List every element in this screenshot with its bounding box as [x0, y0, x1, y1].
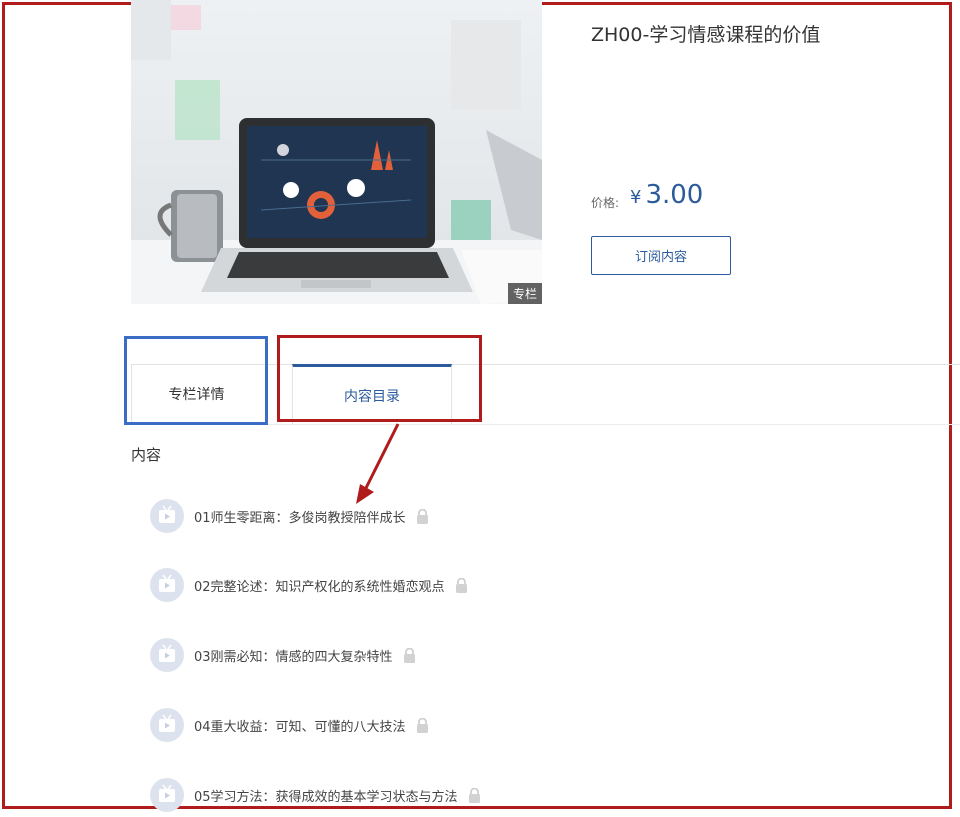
price-label: 价格:: [591, 196, 620, 210]
tab-column-details[interactable]: 专栏详情: [131, 364, 261, 424]
video-tv-icon: [150, 568, 184, 602]
price-value: ¥3.00: [630, 180, 703, 210]
subscribe-button[interactable]: 订阅内容: [591, 236, 731, 275]
content-heading: 内容: [131, 446, 162, 464]
lesson-title: 05学习方法：获得成效的基本学习状态与方法: [194, 789, 458, 805]
video-tv-icon: [150, 638, 184, 672]
course-cover-image: 专栏: [131, 0, 542, 304]
lesson-item[interactable]: 05学习方法：获得成效的基本学习状态与方法: [150, 777, 481, 813]
lock-icon: [416, 717, 428, 733]
annotation-arrow-icon: [356, 423, 400, 504]
video-tv-icon: [150, 708, 184, 742]
lesson-title: 02完整论述：知识产权化的系统性婚恋观点: [194, 579, 445, 595]
lesson-item[interactable]: 03刚需必知：情感的四大复杂特性: [150, 637, 416, 673]
lesson-title: 01师生零距离：多俊岗教授陪伴成长: [194, 510, 406, 526]
column-badge: 专栏: [507, 283, 542, 304]
price-amount: 3.00: [645, 180, 704, 210]
lock-icon: [403, 647, 415, 663]
lesson-item[interactable]: 02完整论述：知识产权化的系统性婚恋观点: [150, 567, 468, 603]
lock-icon: [455, 577, 467, 593]
lesson-item[interactable]: 01师生零距离：多俊岗教授陪伴成长: [150, 498, 429, 534]
video-tv-icon: [150, 778, 184, 812]
lesson-title: 04重大收益：可知、可懂的八大技法: [194, 719, 406, 735]
lesson-item[interactable]: 04重大收益：可知、可懂的八大技法: [150, 707, 429, 743]
currency-symbol: ¥: [630, 187, 642, 208]
course-title: ZH00-学习情感课程的价值: [591, 24, 821, 46]
lock-icon: [416, 508, 428, 524]
video-tv-icon: [150, 499, 184, 533]
lock-icon: [468, 787, 480, 803]
tabs-bottom-divider: [131, 424, 960, 425]
laptop-illustration: [131, 0, 542, 304]
lesson-title: 03刚需必知：情感的四大复杂特性: [194, 649, 393, 665]
tab-content-catalog[interactable]: 内容目录: [292, 364, 452, 424]
